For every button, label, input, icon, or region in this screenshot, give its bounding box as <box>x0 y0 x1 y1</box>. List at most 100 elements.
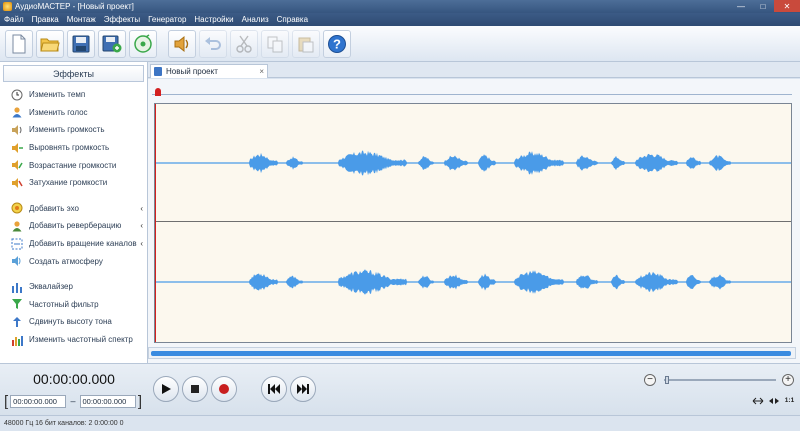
range-dash: – <box>70 396 76 406</box>
fit-width-icon <box>752 397 763 404</box>
copy-button[interactable] <box>261 29 289 58</box>
spectrum-icon <box>10 333 23 346</box>
paste-icon <box>298 37 314 52</box>
effect-fade-in[interactable]: Возрастание громкости <box>0 156 147 174</box>
effect-change-tempo[interactable]: Изменить темп <box>0 86 147 104</box>
effect-label: Добавить реверберацию <box>29 221 122 231</box>
range-start-field[interactable]: 00:00:00.000 <box>10 394 67 408</box>
menu-file[interactable]: Файл <box>0 15 28 24</box>
effect-normalize-volume[interactable]: Выровнять громкость <box>0 139 147 157</box>
toolbar: ? <box>0 26 800 62</box>
effect-equalizer[interactable]: Эквалайзер <box>0 278 147 296</box>
waveform-shape <box>155 150 791 176</box>
open-button[interactable] <box>36 29 64 58</box>
fit-width-button[interactable] <box>751 395 764 406</box>
volume-icon <box>10 123 23 136</box>
editor-area <box>148 79 800 363</box>
waveform-left <box>155 150 791 176</box>
menu-analysis[interactable]: Анализ <box>238 15 273 24</box>
expand-arrow-icon[interactable]: ‹ <box>140 221 143 230</box>
zoom-1-1-button[interactable]: 1:1 <box>783 395 796 406</box>
menu-generator[interactable]: Генератор <box>144 15 190 24</box>
skip-forward-icon <box>297 384 309 394</box>
menu-montage[interactable]: Монтаж <box>63 15 100 24</box>
track-right-channel[interactable] <box>155 223 791 341</box>
zoom-slider-thumb[interactable] <box>665 376 669 384</box>
effect-add-channel-rotation[interactable]: Добавить вращение каналов ‹ <box>0 235 147 253</box>
undo-icon <box>205 36 221 50</box>
paste-button[interactable] <box>292 29 320 58</box>
new-file-button[interactable] <box>5 29 33 58</box>
effect-frequency-filter[interactable]: Частотный фильтр <box>0 296 147 314</box>
play-button[interactable] <box>153 376 179 402</box>
menu-help[interactable]: Справка <box>273 15 312 24</box>
stop-button[interactable] <box>182 376 208 402</box>
effect-label: Изменить громкость <box>29 125 105 135</box>
waveform-right <box>155 269 791 295</box>
zoom-slider-track[interactable] <box>664 379 776 381</box>
menu-settings[interactable]: Настройки <box>190 15 237 24</box>
record-button[interactable] <box>129 29 157 58</box>
expand-arrow-icon[interactable]: ‹ <box>140 204 143 213</box>
close-button[interactable]: ✕ <box>774 0 800 12</box>
effect-label: Изменить голос <box>29 107 88 117</box>
save-icon <box>72 35 90 52</box>
effect-create-atmosphere[interactable]: Создать атмосферу <box>0 252 147 270</box>
effect-change-voice[interactable]: Изменить голос <box>0 104 147 122</box>
zoom-in-button[interactable]: + <box>782 374 794 386</box>
cut-button[interactable] <box>230 29 258 58</box>
effect-add-echo[interactable]: Добавить эхо ‹ <box>0 200 147 218</box>
effect-label: Затухание громкости <box>29 178 108 188</box>
skip-forward-button[interactable] <box>290 376 316 402</box>
horizontal-scrollbar[interactable] <box>148 347 796 359</box>
status-bar: 48000 Гц 16 бит каналов: 2 0:00:00 0 <box>0 415 800 431</box>
help-icon: ? <box>328 34 346 53</box>
waveform-view[interactable] <box>154 103 792 343</box>
menu-effects[interactable]: Эффекты <box>100 15 144 24</box>
project-icon <box>154 67 162 76</box>
range-end-field[interactable]: 00:00:00.000 <box>79 394 136 408</box>
save-button[interactable] <box>67 29 95 58</box>
transport-controls <box>153 376 319 402</box>
playback-cursor <box>155 104 156 342</box>
tab-close-icon[interactable]: × <box>259 67 264 76</box>
maximize-button[interactable]: □ <box>752 0 774 12</box>
playback-panel: 00:00:00.000 [ 00:00:00.000 – 00:00:00.0… <box>0 363 800 415</box>
record-audio-button[interactable] <box>211 376 237 402</box>
effect-fade-out[interactable]: Затухание громкости <box>0 174 147 192</box>
tab-label: Новый проект <box>166 67 218 76</box>
undo-button[interactable] <box>199 29 227 58</box>
playhead-marker[interactable] <box>155 88 161 96</box>
effect-change-volume[interactable]: Изменить громкость <box>0 121 147 139</box>
range-bracket-left: [ <box>4 392 9 410</box>
folder-open-icon <box>40 38 60 51</box>
effect-add-reverb[interactable]: Добавить реверберацию ‹ <box>0 217 147 235</box>
skip-back-button[interactable] <box>261 376 287 402</box>
scrollbar-thumb[interactable] <box>151 351 791 356</box>
minimize-button[interactable]: — <box>730 0 752 12</box>
menu-edit[interactable]: Правка <box>28 15 63 24</box>
skip-back-icon <box>268 384 280 394</box>
track-left-channel[interactable] <box>155 104 791 222</box>
effect-label: Изменить темп <box>29 90 86 100</box>
zoom-out-button[interactable]: − <box>644 374 656 386</box>
effect-label: Возрастание громкости <box>29 160 117 170</box>
fit-selection-button[interactable] <box>767 395 780 406</box>
tab-new-project[interactable]: Новый проект × <box>150 64 268 78</box>
save-as-button[interactable] <box>98 29 126 58</box>
expand-arrow-icon[interactable]: ‹ <box>140 239 143 248</box>
new-file-icon <box>12 34 26 53</box>
save-as-icon <box>102 35 122 52</box>
title-bar: АудиоМАСТЕР - [Новый проект] — □ ✕ <box>0 0 800 13</box>
timeline-ruler[interactable] <box>152 85 792 99</box>
effect-label: Изменить частотный спектр <box>29 335 133 345</box>
help-button[interactable]: ? <box>323 29 351 58</box>
filter-icon <box>10 298 23 311</box>
effect-change-spectrum[interactable]: Изменить частотный спектр <box>0 331 147 349</box>
zoom-presets: 1:1 <box>748 395 796 406</box>
effects-button[interactable] <box>168 29 196 58</box>
effect-label: Создать атмосферу <box>29 256 103 266</box>
effect-pitch-shift[interactable]: Сдвинуть высоту тона <box>0 313 147 331</box>
scissors-icon <box>236 35 252 53</box>
zoom-control: − + <box>644 374 796 388</box>
